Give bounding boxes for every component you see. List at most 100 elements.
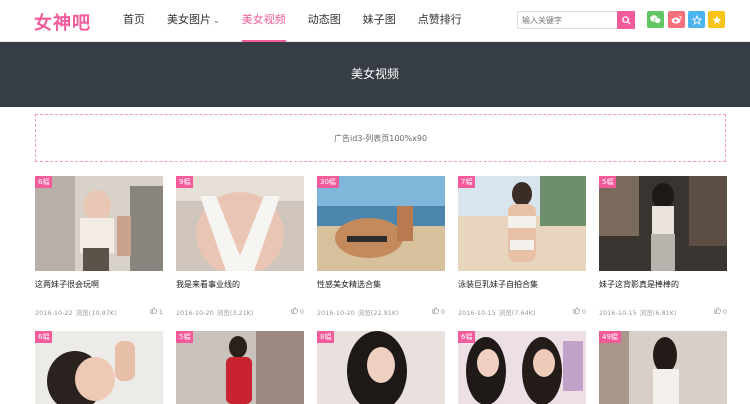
video-thumbnail[interactable]: 6幅 — [35, 176, 163, 271]
photo-count-badge: 5幅 — [176, 331, 194, 343]
wechat-glyph — [650, 15, 661, 24]
photo-count-badge: 6幅 — [35, 331, 53, 343]
view-count: 浏览(22.91K) — [357, 309, 399, 317]
video-card[interactable]: 30幅 性感美女精选合集 2016-10-20 浏览(22.91K) 0 — [317, 176, 445, 317]
photo-count-badge: 49幅 — [599, 331, 621, 343]
like-count[interactable]: 0 — [291, 307, 304, 316]
thumbnail-image — [35, 331, 163, 404]
nav-videos[interactable]: 美女视频 — [231, 0, 297, 42]
video-card[interactable]: 9幅 我是来看事业线的 2016-10-20 浏览(3.21K) 0 — [176, 176, 304, 317]
star-icon[interactable] — [708, 11, 725, 28]
video-thumbnail[interactable]: 30幅 — [317, 176, 445, 271]
view-count: 浏览(7.64K) — [498, 309, 536, 317]
ad-placeholder[interactable]: 广告id3-列表页100%x90 — [35, 114, 726, 162]
post-date: 2016-10-22 — [35, 309, 73, 317]
page-title: 美女视频 — [350, 67, 399, 81]
nav-girls[interactable]: 妹子图 — [352, 0, 407, 42]
nav-label: 首页 — [123, 13, 145, 26]
thumbs-up-icon — [714, 307, 721, 314]
thumbnail-image — [176, 331, 304, 404]
video-card[interactable]: 6幅 这两妹子很会玩啊 2016-10-22 浏览(10.97K) 1 — [35, 176, 163, 317]
page-banner: 美女视频 — [0, 42, 750, 107]
photo-count-badge: 5幅 — [599, 176, 617, 188]
thumbnail-image — [317, 331, 445, 404]
thumbs-up-icon — [432, 307, 439, 314]
top-header: 女神吧 首页 美女图片 ⌄ 美女视频 动态图 妹子图 点赞排行 — [0, 0, 750, 42]
nav-home[interactable]: 首页 — [112, 0, 156, 42]
post-date: 2016-10-15 — [458, 309, 496, 317]
card-title[interactable]: 我是来看事业线的 — [176, 279, 304, 290]
thumbs-up-icon — [573, 307, 580, 314]
nav-label: 动态图 — [307, 13, 341, 26]
nav-label: 美女图片 — [167, 13, 211, 26]
wechat-icon[interactable] — [647, 11, 664, 28]
like-count[interactable]: 0 — [714, 307, 727, 316]
card-title[interactable]: 妹子这背影真是棒棒的 — [599, 279, 727, 290]
view-count: 浏览(6.81K) — [639, 309, 677, 317]
nav-photos[interactable]: 美女图片 ⌄ — [156, 0, 231, 42]
video-card[interactable]: 6幅 — [35, 331, 163, 404]
like-number: 0 — [722, 308, 727, 316]
video-card[interactable]: 8幅 — [317, 331, 445, 404]
video-thumbnail[interactable]: 6幅 — [35, 331, 163, 404]
nav-gifs[interactable]: 动态图 — [297, 0, 352, 42]
star-glyph — [712, 15, 721, 24]
like-number: 0 — [299, 308, 304, 316]
photo-count-badge: 30幅 — [317, 176, 339, 188]
nav-label: 妹子图 — [362, 13, 396, 26]
like-count[interactable]: 1 — [150, 307, 163, 316]
weibo-icon[interactable] — [668, 11, 685, 28]
photo-count-badge: 6幅 — [35, 176, 53, 188]
card-title[interactable]: 这两妹子很会玩啊 — [35, 279, 163, 290]
video-card[interactable]: 6幅 — [458, 331, 586, 404]
post-date: 2016-10-20 — [317, 309, 355, 317]
card-title[interactable]: 性感美女精选合集 — [317, 279, 445, 290]
thumbs-up-icon — [291, 307, 298, 314]
search-icon — [621, 15, 631, 25]
nav-label: 点赞排行 — [417, 13, 462, 26]
like-number: 0 — [440, 308, 445, 316]
video-card[interactable]: 7幅 泳装巨乳妹子自拍合集 2016-10-15 浏览(7.64K) 0 — [458, 176, 586, 317]
photo-count-badge: 8幅 — [317, 331, 335, 343]
nav-ranking[interactable]: 点赞排行 — [407, 0, 473, 42]
video-card[interactable]: 5幅 — [176, 331, 304, 404]
thumbnail-image — [317, 176, 445, 271]
view-count: 浏览(10.97K) — [75, 309, 117, 317]
thumbnail-image — [458, 331, 586, 404]
card-meta: 2016-10-20 浏览(3.21K) — [176, 307, 304, 317]
video-thumbnail[interactable]: 5幅 — [599, 176, 727, 271]
post-date: 2016-10-20 — [176, 309, 214, 317]
view-count: 浏览(3.21K) — [216, 309, 254, 317]
qzone-glyph — [691, 14, 702, 25]
thumbs-up-icon — [150, 307, 157, 314]
thumbnail-image — [458, 176, 586, 271]
video-thumbnail[interactable]: 8幅 — [317, 331, 445, 404]
thumbnail-image — [176, 176, 304, 271]
video-thumbnail[interactable]: 7幅 — [458, 176, 586, 271]
site-logo[interactable]: 女神吧 — [34, 9, 91, 35]
card-meta: 2016-10-15 浏览(6.81K) — [599, 307, 727, 317]
card-meta: 2016-10-20 浏览(22.91K) — [317, 307, 445, 317]
main-nav: 首页 美女图片 ⌄ 美女视频 动态图 妹子图 点赞排行 — [112, 0, 473, 42]
photo-count-badge: 6幅 — [458, 331, 476, 343]
like-count[interactable]: 0 — [573, 307, 586, 316]
video-thumbnail[interactable]: 5幅 — [176, 331, 304, 404]
qzone-icon[interactable] — [688, 11, 705, 28]
card-title[interactable]: 泳装巨乳妹子自拍合集 — [458, 279, 586, 290]
like-count[interactable]: 0 — [432, 307, 445, 316]
video-card[interactable]: 49幅 — [599, 331, 727, 404]
like-number: 0 — [581, 308, 586, 316]
video-card[interactable]: 5幅 妹子这背影真是棒棒的 2016-10-15 浏览(6.81K) 0 — [599, 176, 727, 317]
like-number: 1 — [158, 308, 163, 316]
card-meta: 2016-10-22 浏览(10.97K) — [35, 307, 163, 317]
nav-label: 美女视频 — [241, 13, 286, 26]
photo-count-badge: 7幅 — [458, 176, 476, 188]
thumbnail-image — [599, 176, 727, 271]
search-button[interactable] — [617, 11, 635, 29]
video-thumbnail[interactable]: 9幅 — [176, 176, 304, 271]
weibo-glyph — [671, 15, 682, 24]
ad-text: 广告id3-列表页100%x90 — [333, 134, 428, 143]
thumbnail-image — [35, 176, 163, 271]
video-thumbnail[interactable]: 49幅 — [599, 331, 727, 404]
video-thumbnail[interactable]: 6幅 — [458, 331, 586, 404]
